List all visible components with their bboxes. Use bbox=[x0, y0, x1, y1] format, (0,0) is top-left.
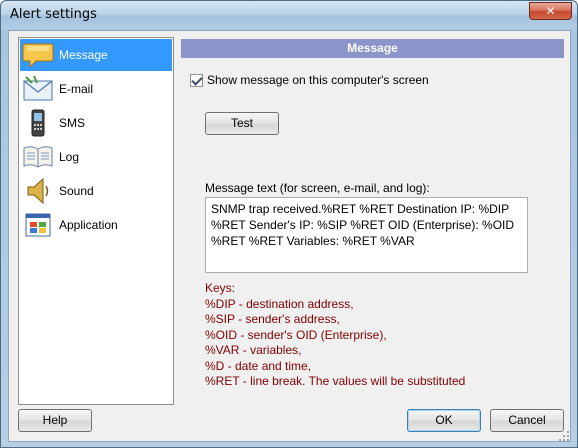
keys-line: %RET - line break. The values will be su… bbox=[205, 374, 466, 388]
sidebar-item-sound[interactable]: Sound bbox=[20, 175, 172, 207]
resize-grip[interactable] bbox=[559, 431, 570, 442]
sidebar-item-label: Application bbox=[59, 218, 118, 232]
speech-bubble-icon bbox=[22, 40, 54, 70]
mobile-phone-icon bbox=[22, 108, 54, 138]
keys-line: %D - date and time, bbox=[205, 358, 312, 373]
sidebar-item-message[interactable]: Message bbox=[20, 39, 172, 71]
keys-line: %VAR - variables, bbox=[205, 343, 302, 357]
show-message-checkbox[interactable] bbox=[190, 73, 203, 87]
log-book-icon bbox=[22, 142, 54, 172]
sidebar-item-sms[interactable]: SMS bbox=[20, 107, 172, 139]
sidebar-item-application[interactable]: Application bbox=[20, 209, 172, 241]
test-button[interactable]: Test bbox=[205, 112, 279, 135]
sidebar-item-log[interactable]: Log bbox=[20, 141, 172, 173]
envelope-icon bbox=[22, 74, 54, 104]
keys-help-text: Keys: %DIP - destination address, %SIP -… bbox=[205, 281, 465, 390]
show-message-option[interactable]: Show message on this computer's screen bbox=[190, 73, 429, 87]
keys-line: %DIP - destination address, bbox=[205, 296, 354, 311]
category-list: Message E-mail SMS Log Sound Application bbox=[18, 37, 174, 405]
keys-line: Keys: bbox=[205, 281, 236, 295]
sidebar-item-label: Log bbox=[59, 150, 80, 164]
message-text-field[interactable]: SNMP trap received.%RET %RET Destination… bbox=[205, 197, 528, 273]
close-icon: ✕ bbox=[545, 4, 556, 18]
close-button[interactable]: ✕ bbox=[529, 2, 572, 20]
window-title: Alert settings bbox=[10, 7, 97, 22]
sidebar-item-email[interactable]: E-mail bbox=[20, 73, 172, 105]
application-window-icon bbox=[22, 210, 54, 240]
sidebar-item-label: E-mail bbox=[59, 82, 94, 96]
title-bar[interactable]: Alert settings ✕ bbox=[1, 1, 577, 29]
help-button[interactable]: Help bbox=[18, 409, 92, 432]
sidebar-item-label: Sound bbox=[59, 184, 94, 198]
dialog-client-area: Message E-mail SMS Log Sound Application… bbox=[8, 30, 571, 442]
sidebar-item-label: Message bbox=[59, 48, 108, 62]
show-message-label: Show message on this computer's screen bbox=[207, 73, 429, 87]
keys-line: %OID - sender's OID (Enterprise), bbox=[205, 327, 387, 342]
panel-header: Message bbox=[181, 39, 564, 58]
speaker-icon bbox=[22, 176, 54, 206]
sidebar-item-label: SMS bbox=[59, 116, 86, 130]
message-text-label: Message text (for screen, e-mail, and lo… bbox=[205, 181, 430, 195]
cancel-button[interactable]: Cancel bbox=[490, 409, 564, 432]
keys-line: %SIP - sender's address, bbox=[205, 312, 340, 326]
alert-settings-window: Alert settings ✕ Message E-mail SMS Log … bbox=[0, 0, 578, 448]
ok-button[interactable]: OK bbox=[407, 409, 481, 432]
